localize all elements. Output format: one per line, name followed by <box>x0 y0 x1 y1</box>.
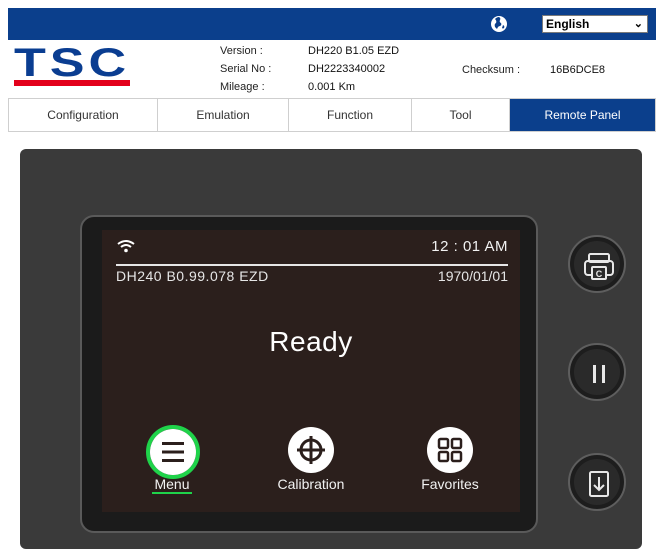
crosshair-icon <box>297 436 325 464</box>
globe-icon <box>491 16 507 32</box>
menu-button[interactable] <box>150 429 196 475</box>
checksum-label: Checksum : <box>462 64 521 76</box>
menu-selected-underline <box>152 492 192 494</box>
feed-icon <box>589 471 609 497</box>
printer-status: Ready <box>269 326 353 357</box>
calibration-button[interactable] <box>288 427 334 473</box>
tab-emulation[interactable]: Emulation <box>158 99 289 131</box>
pause-icon <box>593 365 605 383</box>
language-select[interactable]: English ⌄ <box>542 15 648 33</box>
display-divider <box>116 264 508 266</box>
menu-icon <box>162 442 184 462</box>
favorites-button-label[interactable]: Favorites <box>408 476 492 492</box>
tab-tool[interactable]: Tool <box>412 99 510 131</box>
language-selected-value: English <box>546 17 590 31</box>
tab-remote-panel[interactable]: Remote Panel <box>510 99 655 131</box>
serial-label: Serial No : <box>220 63 272 75</box>
version-label: Version : <box>220 45 263 57</box>
tab-function[interactable]: Function <box>289 99 412 131</box>
serial-value: DH2223340002 <box>308 63 386 75</box>
print-copy-icon: C <box>584 253 614 280</box>
mileage-value: 0.001 Km <box>308 81 356 93</box>
menu-button-label[interactable]: Menu <box>140 476 204 492</box>
feed-button[interactable] <box>568 453 626 511</box>
wifi-icon <box>117 240 135 253</box>
checksum-value: 16B6DCE8 <box>550 64 606 76</box>
print-copy-button[interactable]: C <box>568 235 626 293</box>
display-time: 12 : 01 AM <box>431 238 508 255</box>
tab-configuration[interactable]: Configuration <box>9 99 158 131</box>
display-firmware: DH240 B0.99.078 EZD <box>116 268 269 284</box>
favorites-button[interactable] <box>427 427 473 473</box>
device-info-header: TSC Version : DH220 B1.05 EZD Serial No … <box>8 40 656 98</box>
top-bar: English ⌄ <box>8 8 656 40</box>
pause-button[interactable] <box>568 343 626 401</box>
svg-text:TSC: TSC <box>14 44 130 85</box>
main-tabs: Configuration Emulation Function Tool Re… <box>8 98 656 132</box>
chevron-down-icon: ⌄ <box>633 18 643 30</box>
tsc-logo: TSC <box>14 44 130 86</box>
svg-text:C: C <box>596 269 603 279</box>
calibration-button-label[interactable]: Calibration <box>262 476 360 492</box>
version-value: DH220 B1.05 EZD <box>308 45 400 57</box>
display-date: 1970/01/01 <box>437 268 508 284</box>
mileage-label: Mileage : <box>220 81 265 93</box>
grid-icon <box>437 437 463 463</box>
